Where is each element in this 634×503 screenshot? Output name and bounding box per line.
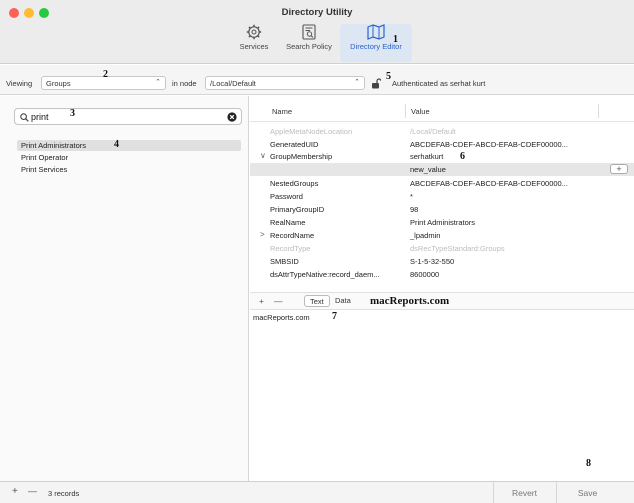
annotation-3: 3 (70, 108, 75, 119)
window-title: Directory Utility (281, 7, 353, 18)
record-label: Print Operator (21, 153, 69, 162)
attr-value: Print Administrators (410, 218, 476, 227)
search-input[interactable]: print (31, 112, 49, 122)
remove-record-button[interactable]: — (28, 486, 37, 496)
table-row[interactable]: ∨ GroupMembership serhatkurt (250, 150, 634, 163)
add-attribute-button[interactable]: + (259, 296, 264, 306)
toolbar-services-button[interactable]: Services (232, 24, 276, 62)
attr-value: * (410, 192, 413, 201)
attr-name: AppleMetaNodeLocation (270, 127, 353, 136)
column-divider (598, 104, 599, 118)
value-text-editor[interactable]: macReports.com 7 (250, 311, 634, 481)
record-label: Print Administrators (21, 141, 87, 150)
gear-icon (246, 24, 262, 40)
clear-search-icon[interactable] (227, 112, 237, 122)
disclosure-expanded-icon[interactable]: ∨ (260, 151, 266, 160)
toolbar-search-policy-label: Search Policy (286, 42, 332, 51)
disclosure-collapsed-icon[interactable]: > (260, 230, 265, 239)
attr-value: _lpadmin (410, 231, 441, 240)
attr-name: SMBSID (270, 257, 299, 266)
value-edit-bar: + — Text Data macReports.com (250, 292, 634, 310)
attr-value: dsRecTypeStandard:Groups (410, 244, 505, 253)
annotation-7: 7 (332, 311, 337, 322)
remove-attribute-button[interactable]: — (274, 296, 283, 306)
tab-data[interactable]: Data (330, 295, 356, 307)
records-pane: print 3 Print Administrators 4 Print Ope… (0, 96, 249, 481)
annotation-5: 5 (386, 71, 391, 82)
annotation-6: 6 (460, 151, 465, 162)
toolbar-directory-editor-button[interactable]: Directory Editor (340, 24, 412, 62)
annotation-2: 2 (103, 69, 108, 80)
add-record-button[interactable]: + (12, 486, 18, 497)
record-type-value: Groups (46, 79, 71, 88)
title-bar: Directory Utility Services Search Policy… (0, 0, 634, 64)
record-label: Print Services (21, 165, 68, 174)
search-field[interactable]: print (14, 108, 242, 125)
attr-name: NestedGroups (270, 179, 319, 188)
annotation-8: 8 (586, 458, 591, 469)
attr-name: GroupMembership (270, 152, 333, 161)
column-header-value[interactable]: Value (411, 96, 430, 118)
list-item[interactable]: Print Operator (17, 152, 241, 163)
column-header-name[interactable]: Name (272, 96, 292, 118)
viewing-bar: Viewing Groups ⌃ 2 in node /Local/Defaul… (0, 65, 634, 95)
node-popup[interactable]: /Local/Default ⌃ (205, 76, 365, 90)
status-bar: + — 3 records Revert Save (0, 481, 634, 503)
map-icon (367, 24, 385, 40)
document-search-icon (302, 24, 316, 40)
toolbar-search-policy-button[interactable]: Search Policy (280, 24, 338, 62)
revert-button[interactable]: Revert (493, 482, 555, 503)
node-label: in node (172, 79, 197, 88)
attr-value: 8600000 (410, 270, 440, 279)
table-row[interactable]: > RecordName _lpadmin (250, 229, 634, 242)
list-item[interactable]: Print Services (17, 164, 241, 175)
lock-open-icon[interactable] (371, 78, 381, 89)
attr-value: ABCDEFAB-CDEF-ABCD-EFAB-CDEF00000... (410, 140, 568, 149)
add-value-button[interactable]: + (610, 164, 628, 174)
attr-name: RecordType (270, 244, 311, 253)
attr-name: RealName (270, 218, 306, 227)
annotation-4: 4 (114, 139, 119, 150)
save-label: Save (577, 488, 598, 498)
table-row[interactable]: RealName Print Administrators (250, 216, 634, 229)
watermark-text: macReports.com (370, 295, 450, 307)
search-icon (20, 113, 29, 122)
record-count: 3 records (48, 489, 80, 498)
table-row[interactable]: RecordType dsRecTypeStandard:Groups (250, 242, 634, 255)
attr-name: PrimaryGroupID (270, 205, 325, 214)
attr-value: /Local/Default (410, 127, 456, 136)
node-value: /Local/Default (210, 79, 256, 88)
save-button[interactable]: Save (556, 482, 618, 503)
column-divider (405, 104, 406, 118)
table-row[interactable]: dsAttrTypeNative:record_daem... 8600000 (250, 268, 634, 281)
annotation-1: 1 (393, 34, 398, 45)
viewing-label: Viewing (6, 79, 33, 88)
attr-name: dsAttrTypeNative:record_daem... (270, 270, 380, 279)
editor-text: macReports.com (253, 313, 310, 322)
attr-value-field[interactable]: new_value (410, 165, 446, 174)
popup-arrows-icon: ⌃ (354, 79, 360, 86)
tab-text[interactable]: Text (304, 295, 330, 307)
attr-value: serhatkurt (410, 152, 444, 161)
attr-name: Password (270, 192, 303, 201)
revert-label: Revert (511, 488, 538, 498)
attr-value: 98 (410, 205, 419, 214)
attr-value: S-1-5-32-550 (410, 257, 455, 266)
toolbar-services-label: Services (239, 42, 269, 51)
table-row[interactable]: NestedGroups ABCDEFAB-CDEF-ABCD-EFAB-CDE… (250, 177, 634, 190)
table-row[interactable]: Password * (250, 190, 634, 203)
table-row[interactable]: SMBSID S-1-5-32-550 (250, 255, 634, 268)
table-row[interactable]: AppleMetaNodeLocation /Local/Default (250, 125, 634, 138)
table-row[interactable]: PrimaryGroupID 98 (250, 203, 634, 216)
attr-name: GeneratedUID (270, 140, 319, 149)
header-separator (250, 121, 634, 122)
list-item[interactable]: Print Administrators (17, 140, 241, 151)
table-row[interactable]: new_value + (250, 163, 634, 176)
popup-arrows-icon: ⌃ (155, 79, 161, 86)
attr-value: ABCDEFAB-CDEF-ABCD-EFAB-CDEF00000... (410, 179, 568, 188)
attributes-pane: Name Value AppleMetaNodeLocation /Local/… (250, 96, 634, 481)
auth-status: Authenticated as serhat kurt (392, 79, 486, 88)
attr-name: RecordName (270, 231, 315, 240)
